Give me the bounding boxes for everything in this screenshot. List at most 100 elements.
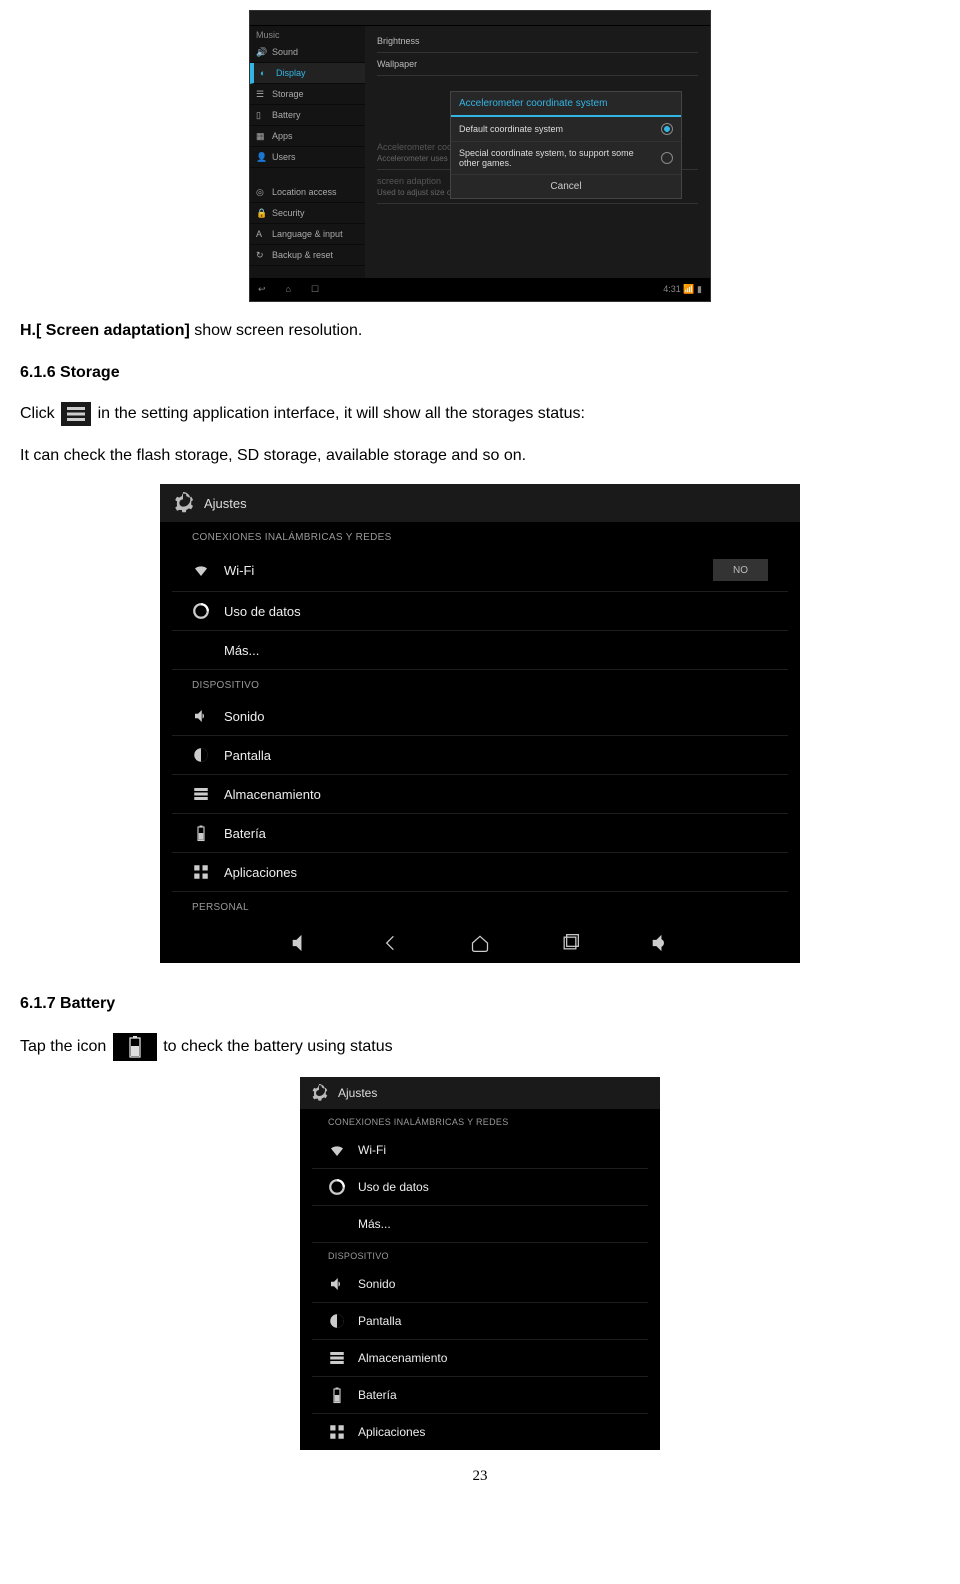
sound-icon [192,707,210,725]
settings-row-display[interactable]: Pantalla [312,1303,648,1340]
sidebar-item-backup[interactable]: ↻Backup & reset [250,245,365,266]
sidebar-label: Security [272,208,305,218]
row-label: Wi-Fi [358,1143,386,1157]
sidebar-item-display[interactable]: ◐Display [250,63,365,84]
clock-label: 4:31 [663,284,681,294]
home-icon[interactable] [470,933,490,953]
section-wireless: CONEXIONES INALÁMBRICAS Y REDES [172,522,788,549]
settings-row-battery[interactable]: Batería [172,814,788,853]
sidebar-label: Users [272,152,296,162]
screenshot-accelerometer-dialog: Music 🔊Sound ◐Display ☰Storage ▯Battery … [249,10,711,302]
section-wireless: CONEXIONES INALÁMBRICAS Y REDES [312,1109,648,1132]
row-label: Batería [358,1388,397,1402]
settings-row-battery[interactable]: Batería [312,1377,648,1414]
system-navbar: ↩ ⌂ ☐ 4:31 📶 ▮ [250,278,710,300]
battery-icon [328,1386,346,1404]
settings-row-sound[interactable]: Sonido [172,697,788,736]
row-label: Sonido [358,1277,395,1291]
sidebar-group-label: Music [250,28,365,42]
settings-title: Ajustes [338,1086,377,1100]
sidebar-label: Location access [272,187,337,197]
paragraph-storage-1: Click in the setting application interfa… [20,401,940,427]
sidebar-label: Battery [272,110,301,120]
settings-row-sound[interactable]: Sonido [312,1266,648,1303]
page-number: 23 [20,1468,940,1485]
recent-icon[interactable]: ☐ [311,284,319,295]
sidebar-item-storage[interactable]: ☰Storage [250,84,365,105]
settings-row-storage[interactable]: Almacenamiento [172,775,788,814]
storage-settings-icon [61,402,91,426]
settings-title: Ajustes [204,496,247,511]
row-label: Aplicaciones [358,1425,425,1439]
row-label: Pantalla [358,1314,401,1328]
battery-icon [192,824,210,842]
sidebar-label: Language & input [272,229,343,239]
battery-settings-icon [113,1033,157,1061]
settings-row-apps[interactable]: Aplicaciones [312,1414,648,1450]
sidebar-item-users[interactable]: 👤Users [250,147,365,168]
radio-selected-icon [661,123,673,135]
paragraph-battery: Tap the icon to check the battery using … [20,1033,940,1061]
settings-row-storage[interactable]: Almacenamiento [312,1340,648,1377]
settings-row-more[interactable]: Más... [172,631,788,670]
wifi-toggle[interactable]: NO [713,559,768,581]
data-usage-icon [192,602,210,620]
sidebar-label: Display [276,68,306,78]
settings-row-apps[interactable]: Aplicaciones [172,853,788,892]
back-icon[interactable] [380,933,400,953]
dialog-title: Accelerometer coordinate system [451,92,681,117]
volume-down-icon[interactable] [290,933,310,953]
settings-row-display[interactable]: Pantalla [172,736,788,775]
paragraph-h-screen-adaptation: H.[ Screen adaptation] show screen resol… [20,318,940,344]
screenshot-settings-battery: Ajustes CONEXIONES INALÁMBRICAS Y REDES … [300,1077,660,1450]
volume-up-icon[interactable] [650,933,670,953]
back-icon[interactable]: ↩ [258,284,266,295]
sidebar-item-apps[interactable]: ▦Apps [250,126,365,147]
settings-header: Ajustes [160,484,800,522]
status-bar: 4:31 📶 ▮ [663,284,702,295]
row-label: Uso de datos [224,604,301,619]
settings-row-more[interactable]: Más... [312,1206,648,1243]
radio-icon [661,152,673,164]
label-h-screen-adaptation: H.[ Screen adaptation] [20,322,190,339]
row-label: Más... [358,1217,391,1231]
row-label: Almacenamiento [224,787,321,802]
sidebar-label: Apps [272,131,293,141]
display-icon [328,1312,346,1330]
settings-row-wifi[interactable]: Wi-Fi NO [172,549,788,592]
row-label: Uso de datos [358,1180,429,1194]
display-icon [192,746,210,764]
dialog-option-special[interactable]: Special coordinate system, to support so… [451,142,681,175]
sidebar-item-location[interactable]: ◎Location access [250,182,365,203]
row-label: Aplicaciones [224,865,297,880]
gear-icon [172,492,194,514]
settings-row-data-usage[interactable]: Uso de datos [312,1169,648,1206]
row-label: Wi-Fi [224,563,254,578]
heading-battery: 6.1.7 Battery [20,991,940,1017]
dialog-option-default[interactable]: Default coordinate system [451,117,681,142]
sidebar-item-sound[interactable]: 🔊Sound [250,42,365,63]
data-usage-icon [328,1178,346,1196]
apps-icon [192,863,210,881]
section-personal: PERSONAL [172,892,788,919]
settings-row-wifi[interactable]: Wi-Fi [312,1132,648,1169]
home-icon[interactable]: ⌂ [286,284,291,295]
dialog-accelerometer: Accelerometer coordinate system Default … [450,91,682,199]
sidebar-label: Backup & reset [272,250,333,260]
settings-row-data-usage[interactable]: Uso de datos [172,592,788,631]
recent-icon[interactable] [560,933,580,953]
setting-brightness[interactable]: Brightness [377,30,698,53]
sidebar-label: Storage [272,89,304,99]
section-device: DISPOSITIVO [312,1243,648,1266]
dialog-cancel-button[interactable]: Cancel [451,175,681,198]
settings-sidebar: Music 🔊Sound ◐Display ☰Storage ▯Battery … [250,26,365,278]
setting-wallpaper[interactable]: Wallpaper [377,53,698,76]
heading-storage: 6.1.6 Storage [20,360,940,386]
sidebar-item-language[interactable]: ALanguage & input [250,224,365,245]
row-label: Más... [224,643,259,658]
sidebar-label: Sound [272,47,298,57]
row-label: Almacenamiento [358,1351,447,1365]
sidebar-item-security[interactable]: 🔒Security [250,203,365,224]
sidebar-item-battery[interactable]: ▯Battery [250,105,365,126]
section-device: DISPOSITIVO [172,670,788,697]
